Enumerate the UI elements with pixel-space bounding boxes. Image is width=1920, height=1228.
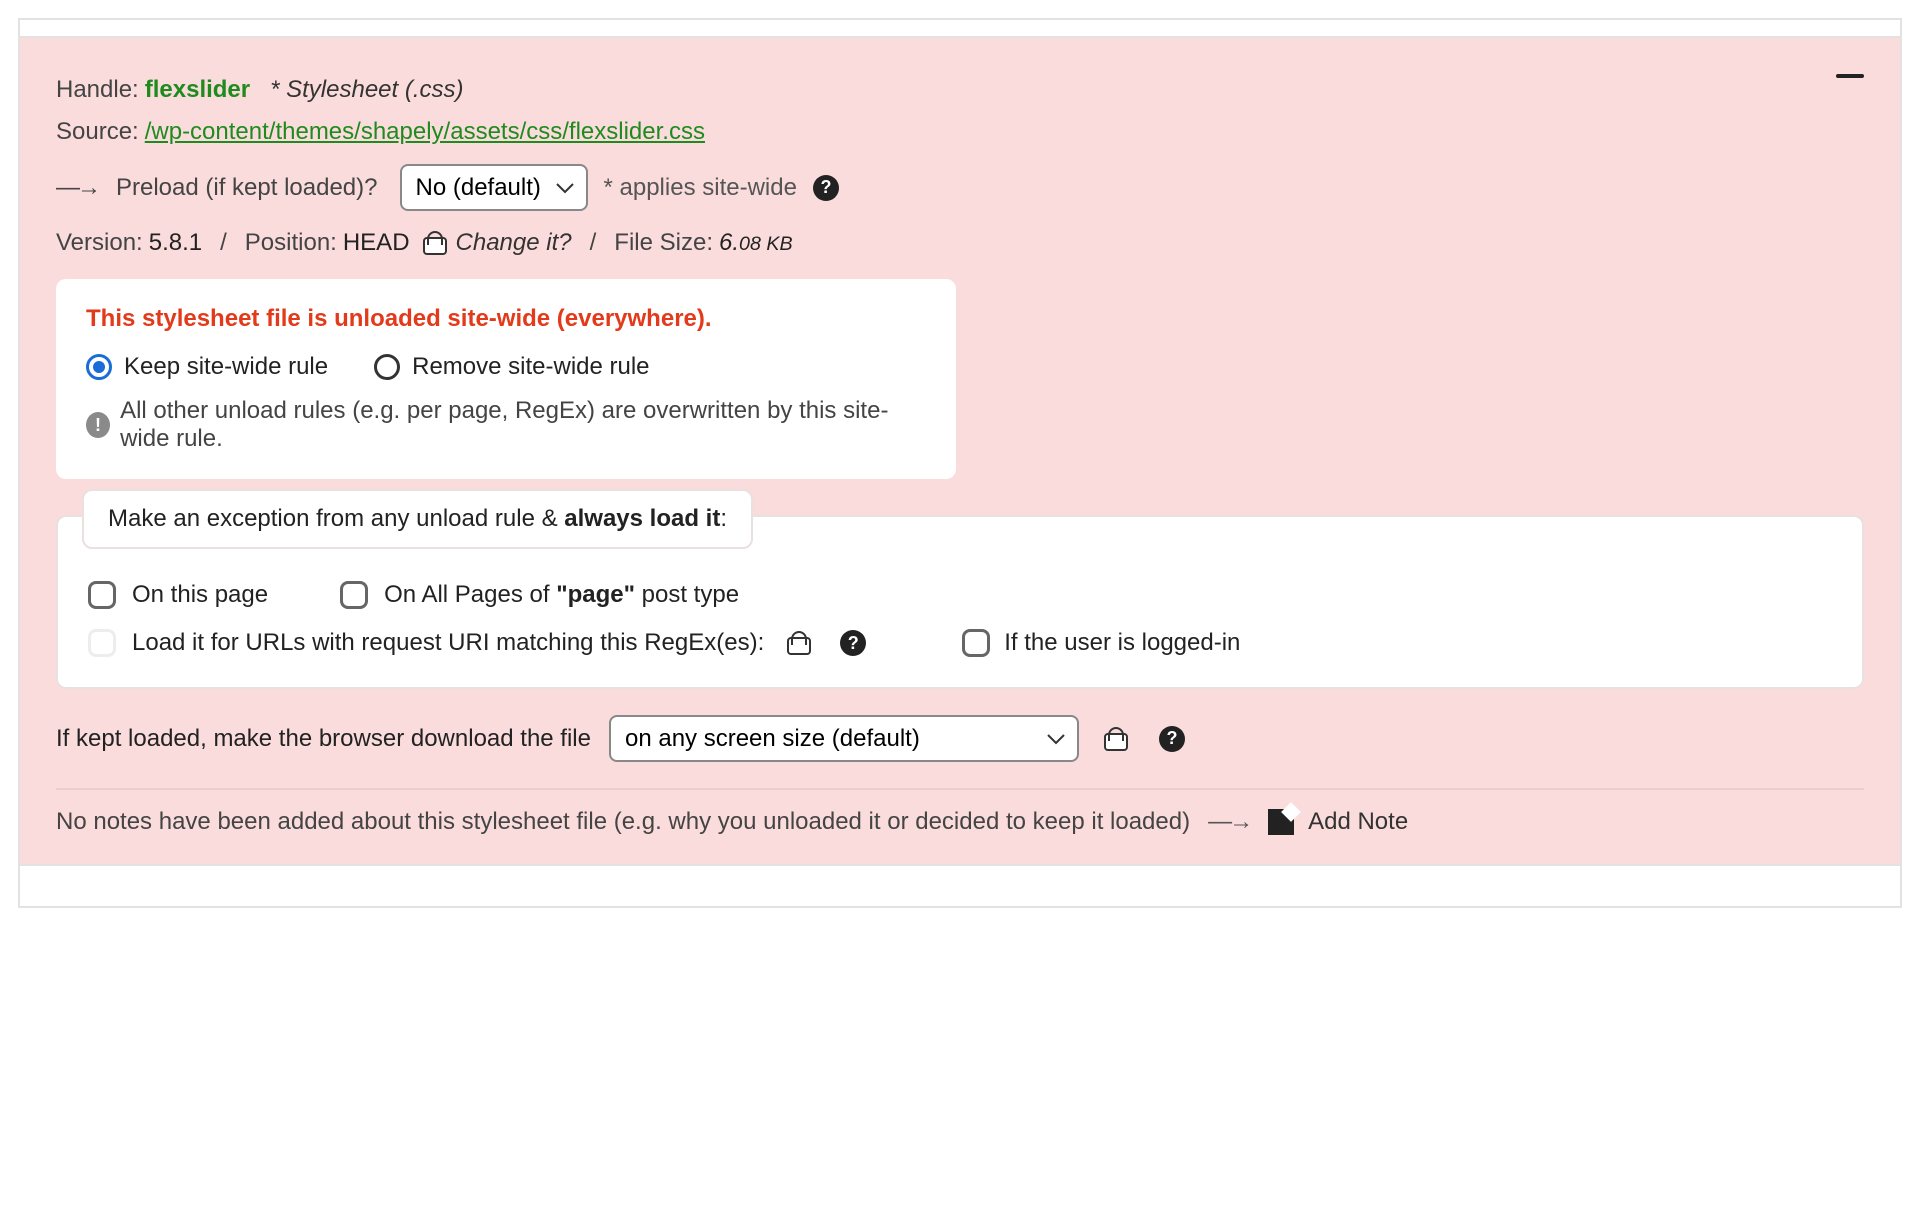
- position-value: HEAD: [343, 229, 410, 257]
- radio-dot-icon: [374, 354, 400, 380]
- exception-row-2: Load it for URLs with request URI matchi…: [88, 629, 1832, 657]
- meta-row: Version: 5.8.1 / Position: HEAD Change i…: [56, 229, 1864, 257]
- edit-icon: [1268, 809, 1294, 835]
- on-this-page-checkbox[interactable]: [88, 581, 116, 609]
- asset-panel: Handle: flexslider * Stylesheet (.css) S…: [20, 38, 1900, 864]
- bottom-spacer: [20, 864, 1900, 906]
- asset-editor-container: Handle: flexslider * Stylesheet (.css) S…: [18, 18, 1902, 908]
- handle-row: Handle: flexslider * Stylesheet (.css): [56, 76, 1864, 104]
- remove-sitewide-label: Remove site-wide rule: [412, 353, 649, 381]
- remove-sitewide-radio[interactable]: Remove site-wide rule: [374, 353, 649, 381]
- source-label: Source:: [56, 118, 139, 146]
- regex-checkbox[interactable]: [88, 629, 116, 657]
- screen-size-select[interactable]: on any screen size (default): [609, 715, 1079, 762]
- exception-row-1: On this page On All Pages of "page" post…: [88, 581, 1832, 609]
- preload-row: Preload (if kept loaded)? No (default) *…: [56, 164, 1864, 211]
- filesize-label: File Size:: [614, 229, 713, 257]
- divider: [56, 788, 1864, 790]
- source-row: Source: /wp-content/themes/shapely/asset…: [56, 118, 1864, 146]
- keep-sitewide-radio[interactable]: Keep site-wide rule: [86, 353, 328, 381]
- logged-in-checkbox[interactable]: [962, 629, 990, 657]
- sitewide-info-text: All other unload rules (e.g. per page, R…: [120, 397, 926, 453]
- handle-label: Handle:: [56, 76, 139, 104]
- sitewide-radio-row: Keep site-wide rule Remove site-wide rul…: [86, 353, 926, 381]
- notes-row: No notes have been added about this styl…: [56, 808, 1864, 836]
- on-this-page-label: On this page: [132, 581, 268, 609]
- exception-legend: Make an exception from any unload rule &…: [82, 489, 753, 549]
- on-all-pages-label: On All Pages of "page" post type: [384, 581, 739, 609]
- arrow-right-icon: [1198, 808, 1260, 836]
- lock-icon: [786, 631, 808, 655]
- help-icon[interactable]: ?: [840, 630, 866, 656]
- regex-label: Load it for URLs with request URI matchi…: [132, 629, 764, 657]
- keep-sitewide-label: Keep site-wide rule: [124, 353, 328, 381]
- handle-value: flexslider: [145, 76, 250, 104]
- radio-dot-icon: [86, 354, 112, 380]
- collapse-toggle[interactable]: [1836, 74, 1864, 78]
- position-label: Position:: [245, 229, 337, 257]
- asset-type: * Stylesheet (.css): [270, 76, 463, 104]
- arrow-right-icon: [56, 174, 110, 202]
- pipe-2: /: [590, 229, 597, 257]
- info-icon: !: [86, 412, 110, 438]
- filesize-value: 6.08 KB: [719, 229, 793, 257]
- screen-size-label: If kept loaded, make the browser downloa…: [56, 725, 591, 753]
- help-icon[interactable]: ?: [1159, 726, 1185, 752]
- version-value: 5.8.1: [149, 229, 202, 257]
- change-position-link[interactable]: Change it?: [456, 229, 572, 257]
- source-link[interactable]: /wp-content/themes/shapely/assets/css/fl…: [145, 118, 705, 146]
- no-notes-text: No notes have been added about this styl…: [56, 808, 1190, 836]
- lock-icon: [1103, 727, 1125, 751]
- logged-in-label: If the user is logged-in: [1004, 629, 1240, 657]
- logged-in-wrap: If the user is logged-in: [962, 629, 1240, 657]
- help-icon[interactable]: ?: [813, 175, 839, 201]
- pipe-1: /: [220, 229, 227, 257]
- screen-size-row: If kept loaded, make the browser downloa…: [56, 715, 1864, 762]
- on-all-pages-checkbox[interactable]: [340, 581, 368, 609]
- applies-sitewide: * applies site-wide: [604, 174, 797, 202]
- top-spacer: [20, 20, 1900, 38]
- version-label: Version:: [56, 229, 143, 257]
- sitewide-card: This stylesheet file is unloaded site-wi…: [56, 279, 956, 479]
- add-note-button[interactable]: Add Note: [1308, 808, 1408, 836]
- preload-label: Preload (if kept loaded)?: [116, 174, 378, 202]
- sitewide-title: This stylesheet file is unloaded site-wi…: [86, 305, 926, 333]
- lock-icon: [422, 231, 444, 255]
- preload-select[interactable]: No (default): [400, 164, 588, 211]
- exception-fieldset: Make an exception from any unload rule &…: [56, 515, 1864, 689]
- sitewide-info: ! All other unload rules (e.g. per page,…: [86, 397, 926, 453]
